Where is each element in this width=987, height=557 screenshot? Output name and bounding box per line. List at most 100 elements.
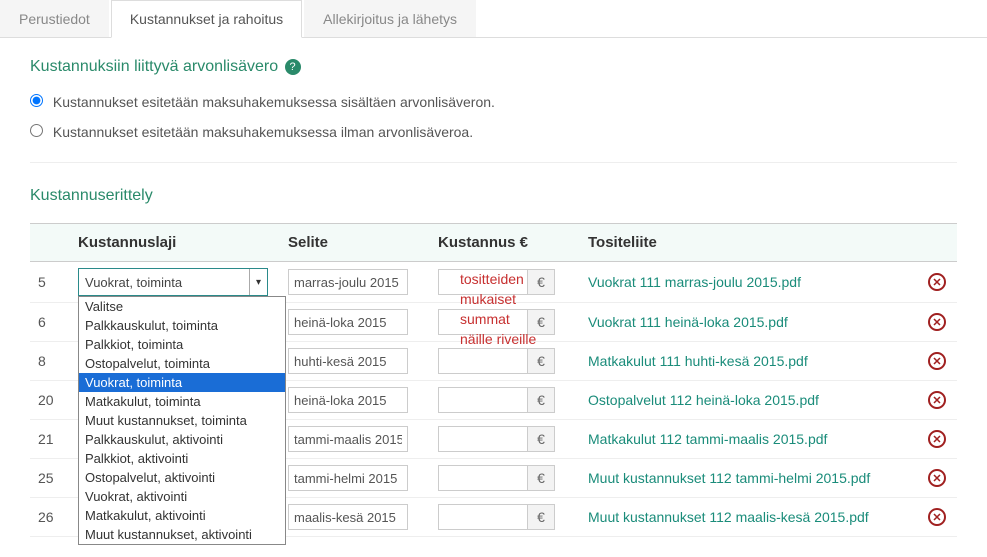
cost-cell: € bbox=[430, 342, 580, 381]
attachment-cell: Muut kustannukset 112 tammi-helmi 2015.p… bbox=[580, 459, 917, 498]
dropdown-option[interactable]: Vuokrat, aktivointi bbox=[79, 487, 285, 506]
dropdown-option[interactable]: Valitse bbox=[79, 297, 285, 316]
attachment-cell: Vuokrat 111 heinä-loka 2015.pdf bbox=[580, 303, 917, 342]
delete-cell: ✕ bbox=[917, 498, 957, 537]
attachment-cell: Muut kustannukset 112 maalis-kesä 2015.p… bbox=[580, 498, 917, 537]
desc-cell bbox=[280, 342, 430, 381]
euro-label: € bbox=[527, 309, 555, 335]
attachment-cell: Ostopalvelut 112 heinä-loka 2015.pdf bbox=[580, 381, 917, 420]
row-number: 25 bbox=[30, 459, 70, 498]
row-number: 26 bbox=[30, 498, 70, 537]
col-header-attach: Tositeliite bbox=[580, 224, 917, 262]
section-divider bbox=[30, 162, 957, 163]
delete-cell: ✕ bbox=[917, 459, 957, 498]
dropdown-option[interactable]: Palkkiot, aktivointi bbox=[79, 449, 285, 468]
spec-section-title: Kustannuserittely bbox=[30, 187, 957, 205]
cost-table-wrap: Kustannuslaji Selite Kustannus € Tositel… bbox=[30, 223, 957, 537]
cost-input[interactable] bbox=[438, 504, 528, 530]
cost-cell: € bbox=[430, 381, 580, 420]
attachment-link[interactable]: Muut kustannukset 112 maalis-kesä 2015.p… bbox=[588, 509, 869, 525]
dropdown-option[interactable]: Ostopalvelut, toiminta bbox=[79, 354, 285, 373]
row-number: 6 bbox=[30, 303, 70, 342]
desc-cell bbox=[280, 498, 430, 537]
euro-label: € bbox=[527, 426, 555, 452]
desc-input[interactable] bbox=[288, 348, 408, 374]
delete-cell: ✕ bbox=[917, 303, 957, 342]
dropdown-option[interactable]: Ostopalvelut, aktivointi bbox=[79, 468, 285, 487]
delete-icon[interactable]: ✕ bbox=[928, 391, 946, 409]
dropdown-option[interactable]: Muut kustannukset, aktivointi bbox=[79, 525, 285, 544]
cost-input[interactable] bbox=[438, 387, 528, 413]
dropdown-option[interactable]: Palkkauskulut, toiminta bbox=[79, 316, 285, 335]
dropdown-option[interactable]: Muut kustannukset, toiminta bbox=[79, 411, 285, 430]
delete-cell: ✕ bbox=[917, 342, 957, 381]
attachment-link[interactable]: Vuokrat 111 marras-joulu 2015.pdf bbox=[588, 274, 801, 290]
dropdown-option[interactable]: Palkkauskulut, aktivointi bbox=[79, 430, 285, 449]
cost-cell: € bbox=[430, 498, 580, 537]
chevron-down-icon: ▾ bbox=[249, 269, 261, 295]
euro-label: € bbox=[527, 465, 555, 491]
euro-label: € bbox=[527, 387, 555, 413]
attachment-link[interactable]: Matkakulut 111 huhti-kesä 2015.pdf bbox=[588, 353, 808, 369]
vat-option-incl-row: Kustannukset esitetään maksuhakemuksessa… bbox=[30, 94, 957, 110]
attachment-link[interactable]: Ostopalvelut 112 heinä-loka 2015.pdf bbox=[588, 392, 819, 408]
delete-icon[interactable]: ✕ bbox=[928, 352, 946, 370]
dropdown-option[interactable]: Palkkiot, toiminta bbox=[79, 335, 285, 354]
attachment-link[interactable]: Vuokrat 111 heinä-loka 2015.pdf bbox=[588, 314, 788, 330]
vat-section-title: Kustannuksiin liittyvä arvonlisävero ? bbox=[30, 58, 957, 76]
vat-option-excl-row: Kustannukset esitetään maksuhakemuksessa… bbox=[30, 124, 957, 140]
cost-input[interactable] bbox=[438, 348, 528, 374]
desc-input[interactable] bbox=[288, 309, 408, 335]
desc-input[interactable] bbox=[288, 269, 408, 295]
dropdown-option[interactable]: Matkakulut, toiminta bbox=[79, 392, 285, 411]
col-header-num bbox=[30, 224, 70, 262]
euro-label: € bbox=[527, 348, 555, 374]
vat-title-text: Kustannuksiin liittyvä arvonlisävero bbox=[30, 58, 278, 75]
cost-type-select[interactable]: Vuokrat, toiminta ▾ bbox=[78, 268, 268, 296]
euro-label: € bbox=[527, 269, 555, 295]
cost-table: Kustannuslaji Selite Kustannus € Tositel… bbox=[30, 223, 957, 537]
col-header-del bbox=[917, 224, 957, 262]
desc-input[interactable] bbox=[288, 426, 408, 452]
desc-cell bbox=[280, 381, 430, 420]
delete-icon[interactable]: ✕ bbox=[928, 273, 946, 291]
col-header-desc: Selite bbox=[280, 224, 430, 262]
delete-icon[interactable]: ✕ bbox=[928, 430, 946, 448]
cost-input[interactable] bbox=[438, 309, 528, 335]
dropdown-option[interactable]: Vuokrat, toiminta bbox=[79, 373, 285, 392]
delete-cell: ✕ bbox=[917, 420, 957, 459]
cost-type-cell: Vuokrat, toiminta▾ValitsePalkkauskulut, … bbox=[70, 262, 280, 303]
tab-sign[interactable]: Allekirjoitus ja lähetys bbox=[304, 0, 476, 37]
cost-input[interactable] bbox=[438, 269, 528, 295]
select-current-value: Vuokrat, toiminta bbox=[85, 275, 182, 290]
tab-basic[interactable]: Perustiedot bbox=[0, 0, 109, 37]
cost-type-dropdown: ValitsePalkkauskulut, toimintaPalkkiot, … bbox=[78, 296, 286, 545]
row-number: 5 bbox=[30, 262, 70, 303]
delete-cell: ✕ bbox=[917, 381, 957, 420]
delete-cell: ✕ bbox=[917, 262, 957, 303]
attachment-cell: Matkakulut 112 tammi-maalis 2015.pdf bbox=[580, 420, 917, 459]
vat-radio-incl[interactable] bbox=[30, 94, 43, 107]
delete-icon[interactable]: ✕ bbox=[928, 469, 946, 487]
cost-input[interactable] bbox=[438, 426, 528, 452]
desc-input[interactable] bbox=[288, 504, 408, 530]
desc-cell bbox=[280, 262, 430, 303]
help-icon[interactable]: ? bbox=[285, 59, 301, 75]
euro-label: € bbox=[527, 504, 555, 530]
desc-input[interactable] bbox=[288, 465, 408, 491]
vat-radio-excl[interactable] bbox=[30, 124, 43, 137]
attachment-link[interactable]: Muut kustannukset 112 tammi-helmi 2015.p… bbox=[588, 470, 870, 486]
attachment-link[interactable]: Matkakulut 112 tammi-maalis 2015.pdf bbox=[588, 431, 827, 447]
cost-cell: € bbox=[430, 459, 580, 498]
cost-cell: € bbox=[430, 420, 580, 459]
delete-icon[interactable]: ✕ bbox=[928, 508, 946, 526]
cost-input[interactable] bbox=[438, 465, 528, 491]
delete-icon[interactable]: ✕ bbox=[928, 313, 946, 331]
cost-cell: € bbox=[430, 262, 580, 303]
desc-cell bbox=[280, 420, 430, 459]
table-row: 5Vuokrat, toiminta▾ValitsePalkkauskulut,… bbox=[30, 262, 957, 303]
tab-bar: Perustiedot Kustannukset ja rahoitus All… bbox=[0, 0, 987, 38]
dropdown-option[interactable]: Matkakulut, aktivointi bbox=[79, 506, 285, 525]
tab-costs[interactable]: Kustannukset ja rahoitus bbox=[111, 0, 302, 38]
desc-input[interactable] bbox=[288, 387, 408, 413]
